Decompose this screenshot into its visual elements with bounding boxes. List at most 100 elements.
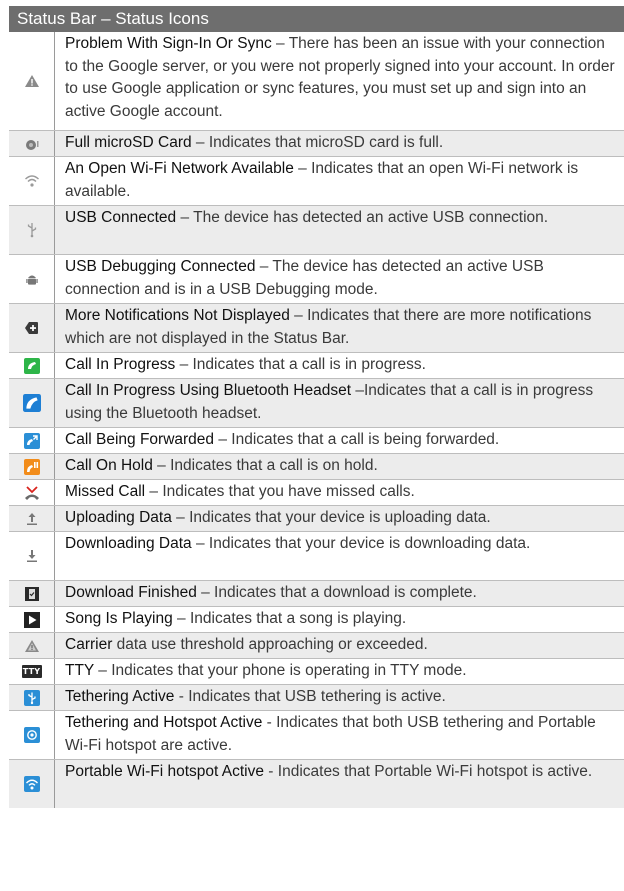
status-icons-table: Status Bar – Status Icons Problem With S… bbox=[9, 6, 624, 808]
play-icon bbox=[23, 611, 40, 628]
table-row: TTY TTY – Indicates that your phone is o… bbox=[9, 659, 624, 685]
icon-term: Portable Wi-Fi hotspot Active bbox=[65, 763, 264, 780]
icon-description: - Indicates that USB tethering is active… bbox=[174, 688, 446, 705]
table-row: Downloading Data – Indicates that your d… bbox=[9, 532, 624, 581]
description-cell: TTY – Indicates that your phone is opera… bbox=[55, 659, 624, 684]
icon-description: – Indicates that a call is in progress. bbox=[175, 356, 426, 373]
icon-cell bbox=[9, 353, 55, 378]
open-wifi-icon bbox=[24, 173, 40, 189]
tty-icon: TTY bbox=[21, 665, 42, 678]
description-cell: Portable Wi-Fi hotspot Active - Indicate… bbox=[55, 760, 624, 808]
description-cell: Call In Progress – Indicates that a call… bbox=[55, 353, 624, 378]
description-cell: Tethering Active - Indicates that USB te… bbox=[55, 685, 624, 710]
call-forwarded-icon bbox=[23, 432, 40, 449]
description-cell: Uploading Data – Indicates that your dev… bbox=[55, 506, 624, 531]
icon-cell bbox=[9, 711, 55, 759]
icon-cell bbox=[9, 480, 55, 505]
table-row: Missed Call – Indicates that you have mi… bbox=[9, 480, 624, 506]
icon-description: – Indicates that a call is being forward… bbox=[214, 431, 500, 448]
table-row: Carrier data use threshold approaching o… bbox=[9, 633, 624, 659]
icon-description: – Indicates that your device is uploadin… bbox=[171, 509, 491, 526]
icon-cell bbox=[9, 760, 55, 808]
icon-term: Problem With Sign-In Or Sync bbox=[65, 35, 272, 52]
icon-term: Song Is Playing bbox=[65, 610, 173, 627]
icon-cell bbox=[9, 379, 55, 427]
table-row: Portable Wi-Fi hotspot Active - Indicate… bbox=[9, 760, 624, 808]
table-row: More Notifications Not Displayed – Indic… bbox=[9, 304, 624, 353]
icon-description: – Indicates that a download is complete. bbox=[196, 584, 477, 601]
icon-term: More Notifications Not Displayed bbox=[65, 307, 290, 324]
description-cell: Download Finished – Indicates that a dow… bbox=[55, 581, 624, 606]
download-finished-icon bbox=[24, 586, 40, 602]
icon-description: – The device has detected an active USB … bbox=[176, 209, 549, 226]
icon-cell bbox=[9, 206, 55, 254]
icon-term: Full microSD Card bbox=[65, 134, 192, 151]
download-arrow-icon bbox=[24, 548, 40, 564]
description-cell: An Open Wi-Fi Network Available – Indica… bbox=[55, 157, 624, 205]
table-row: Call Being Forwarded – Indicates that a … bbox=[9, 428, 624, 454]
table-row: Tethering and Hotspot Active - Indicates… bbox=[9, 711, 624, 760]
call-on-hold-icon bbox=[23, 458, 40, 475]
icon-description: – Indicates that you have missed calls. bbox=[145, 483, 415, 500]
icon-cell bbox=[9, 157, 55, 205]
icon-cell bbox=[9, 532, 55, 580]
icon-term: Tethering and Hotspot Active bbox=[65, 714, 263, 731]
icon-term: Call On Hold bbox=[65, 457, 153, 474]
icon-term: Uploading Data bbox=[65, 509, 172, 526]
icon-cell bbox=[9, 304, 55, 352]
icon-term: Call Being Forwarded bbox=[65, 431, 215, 448]
bluetooth-call-icon bbox=[22, 394, 41, 412]
tethering-hotspot-icon bbox=[23, 727, 40, 743]
tty-icon-label: TTY bbox=[22, 667, 41, 676]
icon-cell bbox=[9, 131, 55, 156]
icon-description: data use threshold approaching or exceed… bbox=[112, 636, 428, 653]
usb-tethering-icon bbox=[23, 689, 40, 706]
usb-icon bbox=[24, 222, 40, 238]
table-row: USB Debugging Connected – The device has… bbox=[9, 255, 624, 304]
table-row: Full microSD Card – Indicates that micro… bbox=[9, 131, 624, 157]
icon-term: Missed Call bbox=[65, 483, 146, 500]
icon-description: – Indicates that a call is on hold. bbox=[152, 457, 378, 474]
icon-cell bbox=[9, 32, 55, 130]
icon-term: Downloading Data bbox=[65, 535, 192, 552]
data-warning-icon bbox=[24, 638, 40, 654]
description-cell: Song Is Playing – Indicates that a song … bbox=[55, 607, 624, 632]
description-cell: Problem With Sign-In Or Sync – There has… bbox=[55, 32, 624, 130]
sync-problem-warning-icon bbox=[24, 73, 40, 89]
icon-term: TTY bbox=[65, 662, 94, 679]
description-cell: Carrier data use threshold approaching o… bbox=[55, 633, 624, 658]
table-row: Song Is Playing – Indicates that a song … bbox=[9, 607, 624, 633]
icon-description: – Indicates that a song is playing. bbox=[172, 610, 407, 627]
icon-cell bbox=[9, 454, 55, 479]
icon-cell: TTY bbox=[9, 659, 55, 684]
icon-description: – Indicates that microSD card is full. bbox=[191, 134, 444, 151]
icon-cell bbox=[9, 633, 55, 658]
icon-term: An Open Wi-Fi Network Available bbox=[65, 160, 294, 177]
icon-description: – Indicates that your device is download… bbox=[191, 535, 531, 552]
icon-cell bbox=[9, 581, 55, 606]
call-in-progress-icon bbox=[23, 357, 40, 374]
description-cell: USB Debugging Connected – The device has… bbox=[55, 255, 624, 303]
table-row: Problem With Sign-In Or Sync – There has… bbox=[9, 32, 624, 131]
icon-cell bbox=[9, 255, 55, 303]
description-cell: Tethering and Hotspot Active - Indicates… bbox=[55, 711, 624, 759]
table-row: Tethering Active - Indicates that USB te… bbox=[9, 685, 624, 711]
description-cell: More Notifications Not Displayed – Indic… bbox=[55, 304, 624, 352]
description-cell: Call On Hold – Indicates that a call is … bbox=[55, 454, 624, 479]
microsd-full-icon bbox=[24, 136, 40, 152]
table-row: Call In Progress – Indicates that a call… bbox=[9, 353, 624, 379]
table-row: An Open Wi-Fi Network Available – Indica… bbox=[9, 157, 624, 206]
missed-call-icon bbox=[24, 485, 40, 501]
icon-term: Call In Progress bbox=[65, 356, 176, 373]
icon-cell bbox=[9, 685, 55, 710]
more-notifications-icon bbox=[24, 320, 40, 336]
wifi-hotspot-icon bbox=[23, 776, 40, 792]
icon-term: Download Finished bbox=[65, 584, 197, 601]
description-cell: Missed Call – Indicates that you have mi… bbox=[55, 480, 624, 505]
icon-term: Call In Progress Using Bluetooth Headset bbox=[65, 382, 352, 399]
description-cell: USB Connected – The device has detected … bbox=[55, 206, 624, 254]
description-cell: Downloading Data – Indicates that your d… bbox=[55, 532, 624, 580]
icon-term: Carrier bbox=[65, 636, 113, 653]
icon-cell bbox=[9, 506, 55, 531]
table-row: Download Finished – Indicates that a dow… bbox=[9, 581, 624, 607]
